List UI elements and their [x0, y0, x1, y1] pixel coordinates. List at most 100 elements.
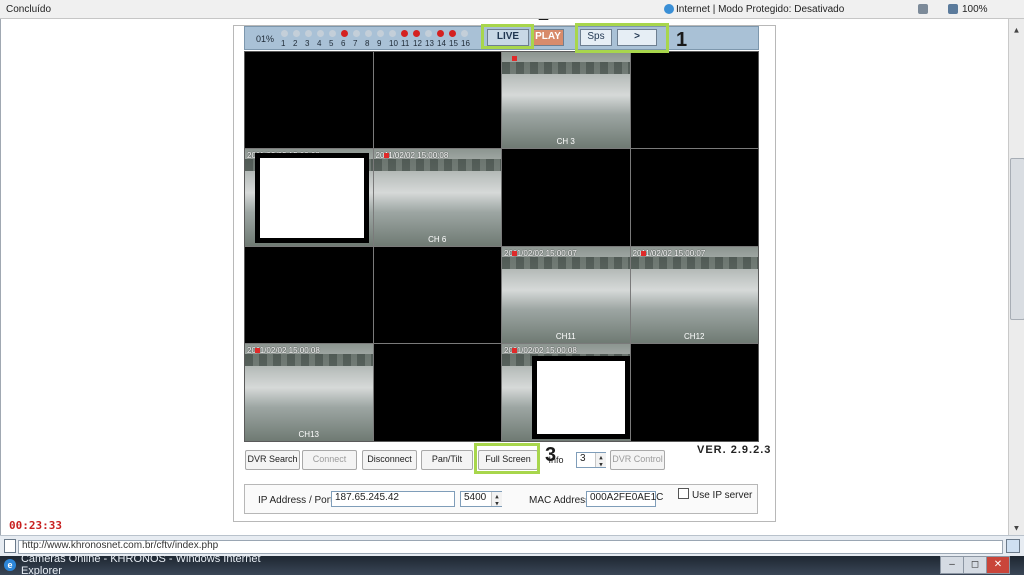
camera-cell[interactable] — [502, 149, 630, 246]
channel-number: 11 — [401, 39, 410, 48]
recording-indicator-icon — [383, 153, 389, 159]
channel-status-dot[interactable] — [401, 30, 408, 37]
channel-number: 4 — [317, 39, 322, 48]
mac-address-label: MAC Address — [529, 495, 591, 506]
callout-one: 1 — [676, 29, 688, 51]
channel-status-dot[interactable] — [449, 30, 456, 37]
dvr-search-button[interactable]: DVR Search — [245, 450, 300, 470]
channel-select[interactable]: 3 ▲ ▼ — [576, 452, 606, 468]
channel-spinner-icon[interactable]: ▲ ▼ — [595, 453, 606, 467]
camera-channel-label: CH13 — [298, 430, 319, 439]
channel-status-dot[interactable] — [413, 30, 420, 37]
channel-status-dot[interactable] — [329, 30, 336, 37]
taskbar-window-button[interactable]: e Cameras Online - KHRONOS - Windows Int… — [0, 554, 304, 575]
version-label: VER. 2.9.2.3 — [697, 444, 772, 456]
channel-number: 7 — [353, 39, 358, 48]
channel-number: 15 — [449, 39, 458, 48]
channel-status-dot[interactable] — [377, 30, 384, 37]
camera-cell[interactable]: CH 3 — [502, 52, 630, 149]
use-ip-server-label: Use IP server — [692, 490, 753, 501]
camera-cell[interactable]: 2011/02/02 15:00:08 — [245, 149, 373, 246]
channel-status-dot[interactable] — [281, 30, 288, 37]
channel-status-dot[interactable] — [293, 30, 300, 37]
scroll-thumb[interactable] — [1010, 158, 1024, 320]
url-input[interactable]: http://www.khronosnet.com.br/cftv/index.… — [18, 540, 1003, 554]
channel-number: 12 — [413, 39, 422, 48]
camera-cell[interactable]: CH12 2011/02/02 15:00:07 — [630, 247, 758, 344]
channel-number: 5 — [329, 39, 334, 48]
camera-cell[interactable] — [630, 52, 758, 149]
restore-button[interactable]: ◻ — [963, 556, 987, 574]
recording-indicator-icon — [512, 348, 517, 354]
camera-cell[interactable]: CH162011/02/02 15:00:08 — [502, 344, 630, 441]
status-bar: Concluído Internet | Modo Protegido: Des… — [0, 0, 1024, 19]
use-ip-server-checkbox[interactable] — [678, 488, 689, 499]
camera-channel-label: CH12 — [684, 332, 705, 342]
camera-cell[interactable] — [245, 247, 373, 344]
port-input[interactable]: 5400 ▲ ▼ — [460, 491, 502, 507]
zoom-icon[interactable] — [948, 4, 958, 14]
camera-cell[interactable] — [373, 52, 501, 149]
channel-number: 6 — [341, 39, 346, 48]
clock: 00:23:33 — [9, 519, 62, 532]
privacy-mask — [255, 153, 369, 244]
camera-cell[interactable]: CH13 2011/02/02 15:00:08 — [245, 344, 373, 441]
browser-window: e Cameras Online - KHRONOS - Windows Int… — [0, 0, 1024, 575]
callout-three: 3 — [545, 444, 557, 466]
mac-address-input[interactable]: 000A2FE0AE1C — [586, 491, 663, 507]
close-button[interactable]: ✕ — [986, 556, 1010, 574]
zoom-level[interactable]: 100% — [962, 4, 988, 15]
port-spinner-icon[interactable]: ▲ ▼ — [491, 492, 502, 506]
channel-status-dot[interactable] — [317, 30, 324, 37]
channel-number: 14 — [437, 39, 446, 48]
vertical-scrollbar[interactable]: ▲ ▼ — [1008, 19, 1024, 535]
status-text: Concluído — [6, 4, 52, 15]
camera-cell[interactable]: CH11 2011/02/02 15:00:07 — [502, 247, 630, 344]
camera-cell[interactable] — [245, 52, 373, 149]
ip-address-input[interactable]: 187.65.245.42 — [331, 491, 455, 507]
ip-address-label: IP Address / Port — [258, 495, 333, 506]
channel-number: 8 — [365, 39, 370, 48]
recording-indicator-icon — [640, 251, 646, 256]
address-bar: http://www.khronosnet.com.br/cftv/index.… — [0, 535, 1024, 556]
ie-icon: e — [4, 559, 16, 572]
pan-tilt-button[interactable]: Pan/Tilt — [421, 450, 473, 470]
minimize-button[interactable]: ‒ — [940, 556, 964, 574]
camera-grid: CH132011/02/02 15:00:08CH162011/02/02 15… — [244, 51, 759, 442]
camera-channel-label: CH11 — [555, 332, 576, 342]
dvr-control-button[interactable]: DVR Control — [610, 450, 665, 470]
camera-cell[interactable]: CH 6 2011/02/02 15:00:08 — [373, 149, 501, 246]
channel-status-dot[interactable] — [365, 30, 372, 37]
security-zone-text[interactable]: Internet | Modo Protegido: Desativado — [676, 4, 844, 15]
play-button[interactable]: PLAY — [532, 29, 564, 46]
tools-icon[interactable] — [918, 4, 928, 14]
camera-channel-label: CH 3 — [556, 137, 575, 147]
globe-icon — [664, 4, 674, 14]
camera-cell[interactable] — [373, 247, 501, 344]
channel-status-dot[interactable] — [389, 30, 396, 37]
channel-number: 16 — [461, 39, 470, 48]
recording-indicator-icon — [512, 56, 517, 61]
zoom-percent: 01% — [256, 34, 275, 44]
scroll-up-arrow-icon[interactable]: ▼ — [1010, 23, 1023, 35]
channel-status-dot[interactable] — [461, 30, 468, 37]
recording-indicator-icon — [512, 251, 517, 256]
channel-number: 10 — [389, 39, 398, 48]
channel-number: 9 — [377, 39, 382, 48]
channel-status-dot[interactable] — [305, 30, 312, 37]
disconnect-button[interactable]: Disconnect — [362, 450, 417, 470]
scroll-down-arrow-icon[interactable]: ▲ — [1010, 521, 1023, 533]
camera-cell[interactable] — [630, 149, 758, 246]
channel-number: 13 — [425, 39, 434, 48]
camera-channel-label: CH 6 — [428, 235, 447, 244]
channel-status-dot[interactable] — [353, 30, 360, 37]
channel-status-dot[interactable] — [425, 30, 432, 37]
compatibility-icon[interactable] — [1006, 539, 1020, 553]
camera-cell[interactable] — [630, 344, 758, 441]
privacy-mask — [532, 356, 630, 440]
channel-number: 2 — [293, 39, 298, 48]
camera-cell[interactable] — [373, 344, 501, 441]
channel-status-dot[interactable] — [437, 30, 444, 37]
channel-status-dot[interactable] — [341, 30, 348, 37]
connect-button[interactable]: Connect — [302, 450, 357, 470]
